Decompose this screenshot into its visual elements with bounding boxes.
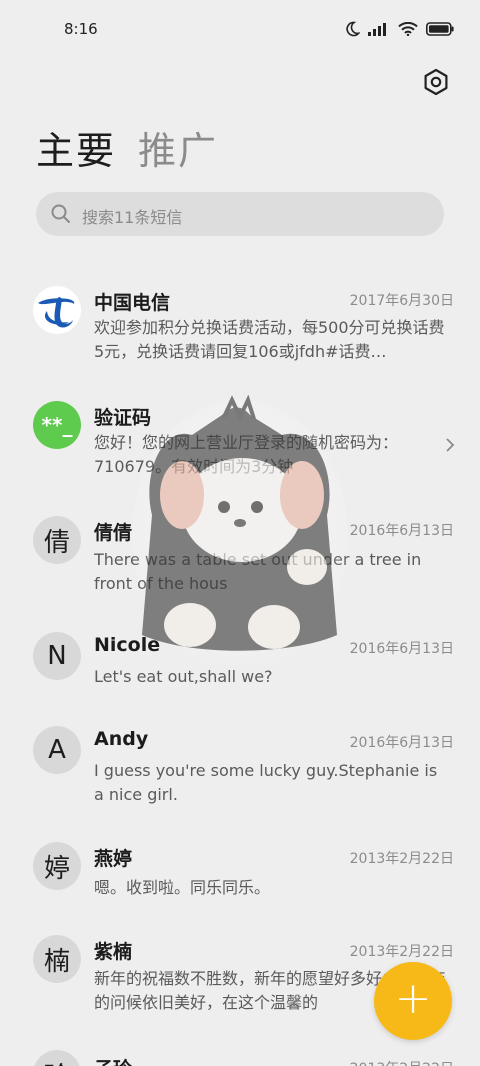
avatar: A (33, 726, 81, 774)
tab-bar: 主要 推广 (36, 120, 218, 175)
message-preview: I guess you're some lucky guy.Stephanie … (94, 761, 438, 804)
avatar: 楠 (33, 935, 81, 983)
message-date: 2016年6月13日 (349, 641, 454, 657)
contact-name: Nicole (94, 634, 161, 656)
moon-icon (346, 21, 360, 37)
message-item[interactable]: **_ 验证码 您好！您的网上营业厅登录的随机密码为：710679。有效时间为3… (0, 401, 480, 491)
message-date: 2017年6月30日 (349, 293, 454, 309)
avatar (33, 286, 81, 334)
chevron-right-icon (446, 438, 455, 452)
avatar: N (33, 632, 81, 680)
message-item[interactable]: N Nicole 2016年6月13日 Let's eat out,shall … (0, 632, 480, 702)
plus-icon: + (394, 973, 432, 1024)
message-item[interactable]: 中国电信 2017年6月30日 欢迎参加积分兑换话费活动，每500分可兑换话费5… (0, 286, 480, 376)
message-item[interactable]: 婷 燕婷 2013年2月22日 嗯。收到啦。同乐同乐。 (0, 842, 480, 912)
message-date: 2016年6月13日 (349, 523, 454, 539)
contact-name: 子玲 (94, 1054, 132, 1066)
message-preview: 嗯。收到啦。同乐同乐。 (94, 878, 271, 897)
settings-button[interactable] (421, 67, 451, 97)
message-date: 2013年2月22日 (349, 851, 454, 867)
battery-icon (426, 22, 454, 36)
contact-name: 验证码 (94, 407, 152, 429)
message-preview: 欢迎参加积分兑换话费活动，每500分可兑换话费5元，兑换话费请回复106或jfd… (94, 318, 445, 361)
status-icons (344, 21, 454, 37)
message-date: 2013年2月22日 (349, 944, 454, 960)
tab-primary[interactable]: 主要 (36, 120, 116, 175)
message-preview: 您好！您的网上营业厅登录的随机密码为：710679。有效时间为3分钟 (94, 433, 399, 476)
wifi-icon (398, 22, 418, 36)
status-time: 8:16 (64, 20, 98, 38)
message-item[interactable]: 玲 子玲 2013年2月22日 (0, 1050, 480, 1066)
message-preview: Let's eat out,shall we? (94, 667, 273, 686)
message-item[interactable]: A Andy 2016年6月13日 I guess you're some lu… (0, 726, 480, 816)
message-item[interactable]: 倩 倩倩 2016年6月13日 There was a table set ou… (0, 516, 480, 606)
search-placeholder: 搜索11条短信 (82, 208, 183, 227)
contact-name: 倩倩 (94, 522, 133, 544)
contact-name: 燕婷 (94, 848, 133, 870)
settings-hexagon-icon (424, 68, 448, 96)
contact-name: 中国电信 (94, 292, 171, 314)
message-preview: There was a table set out under a tree i… (94, 550, 422, 593)
signal-icon (368, 23, 386, 36)
avatar: 玲 (33, 1050, 81, 1066)
message-date: 2016年6月13日 (349, 735, 454, 751)
new-message-button[interactable]: + (374, 962, 452, 1040)
avatar: 倩 (33, 516, 81, 564)
contact-name: Andy (94, 728, 149, 750)
tab-promotions[interactable]: 推广 (138, 120, 218, 175)
search-bar[interactable]: 搜索11条短信 (36, 192, 444, 236)
contact-name: 紫楠 (94, 941, 133, 963)
avatar: **_ (33, 401, 81, 449)
search-icon (51, 204, 70, 223)
avatar: 婷 (33, 842, 81, 890)
message-date: 2013年2月22日 (350, 1058, 454, 1066)
status-bar: 8:16 (0, 0, 480, 62)
china-telecom-logo-icon (33, 286, 81, 334)
